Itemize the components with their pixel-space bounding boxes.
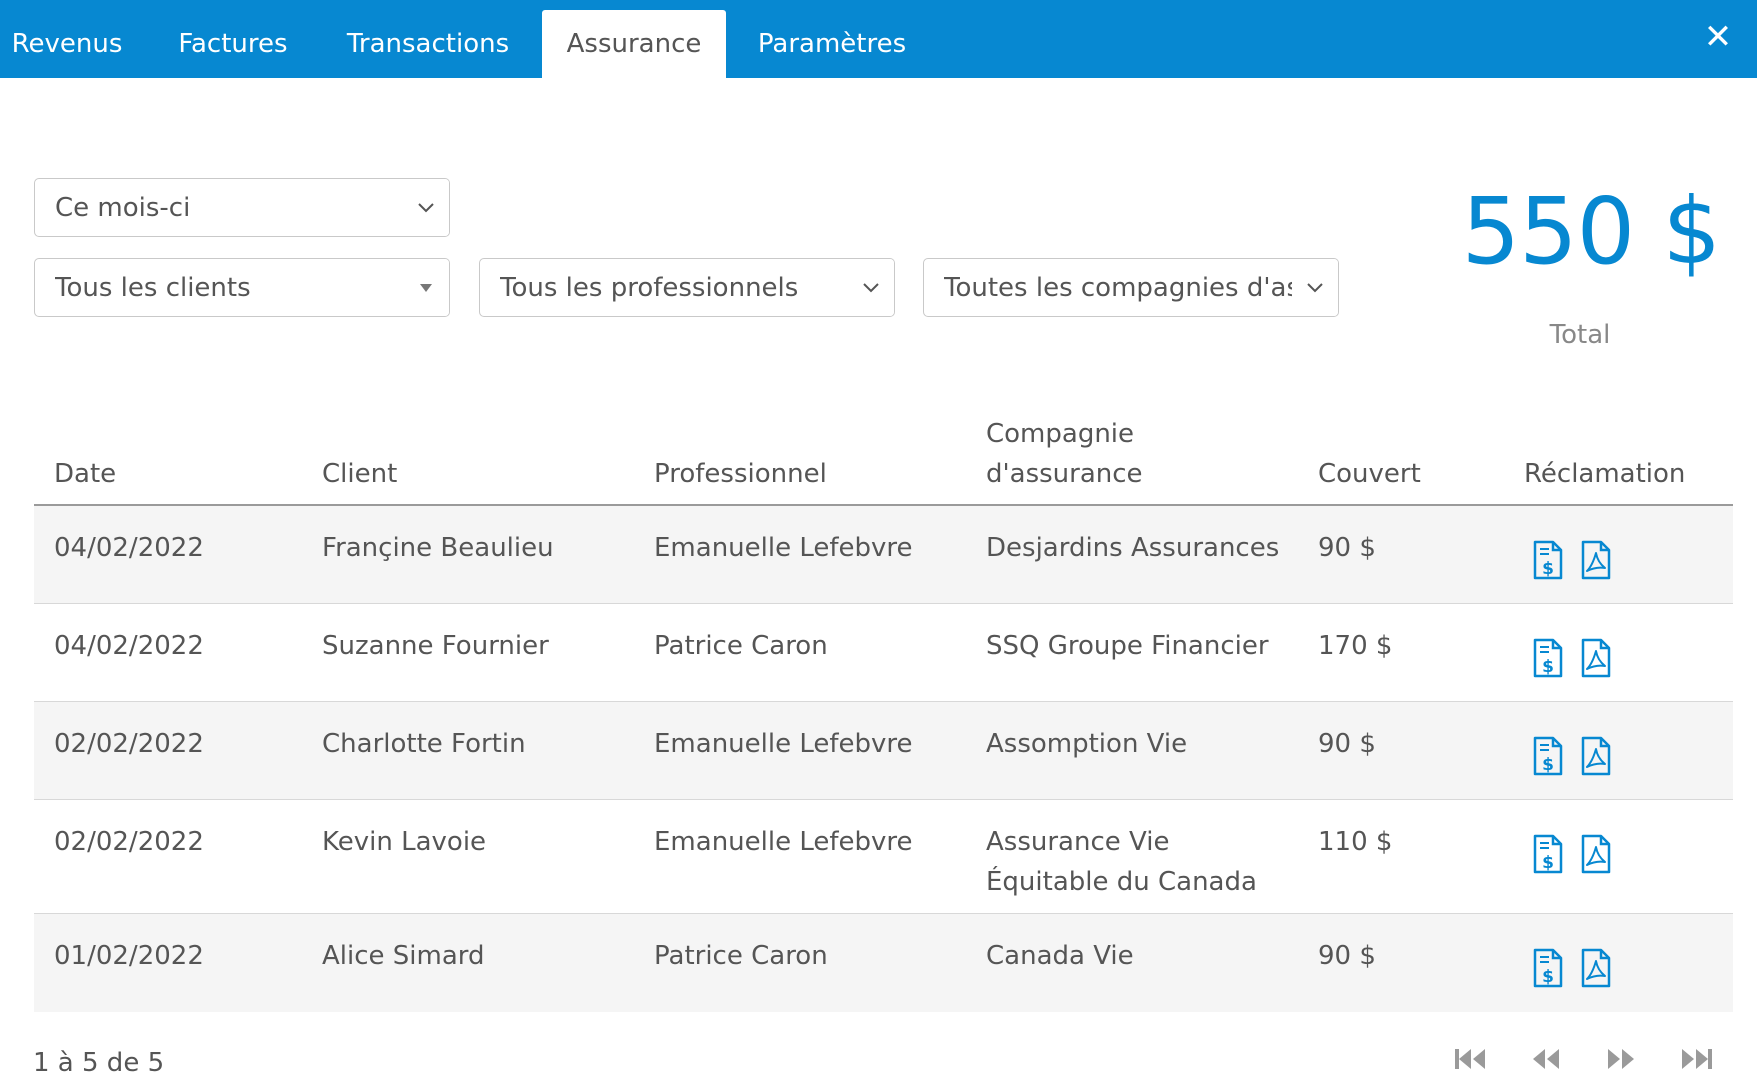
cell-client: Alice Simard [322, 941, 485, 971]
professionals-select[interactable]: Tous les professionnels [479, 258, 895, 317]
cell-client: Françine Beaulieu [322, 533, 554, 563]
cell-company-line1: Canada Vie [986, 941, 1134, 971]
claim-actions: $ [1531, 638, 1613, 678]
cell-company-line1: Assurance Vie [986, 827, 1170, 857]
column-header-date[interactable]: Date [54, 454, 116, 494]
table-row: 01/02/2022 Alice Simard Patrice Caron Ca… [34, 914, 1733, 1012]
cell-date: 02/02/2022 [54, 827, 204, 857]
table-row: 04/02/2022 Françine Beaulieu Emanuelle L… [34, 506, 1733, 604]
cell-client: Charlotte Fortin [322, 729, 526, 759]
column-header-claim: Réclamation [1524, 459, 1686, 489]
cell-company: Assurance Vie Équitable du Canada [986, 822, 1257, 902]
clients-select[interactable]: Tous les clients [34, 258, 450, 317]
cell-professional: Patrice Caron [654, 941, 828, 971]
cell-company-line1: Desjardins Assurances [986, 533, 1280, 563]
total-amount: 550 $ [1461, 178, 1721, 285]
cell-client: Kevin Lavoie [322, 827, 487, 857]
companies-select-value: Toutes les compagnies d'assurance [944, 272, 1292, 303]
cell-covered: 170 $ [1318, 631, 1393, 661]
tab-transactions[interactable]: Transactions [332, 10, 524, 78]
cell-covered: 90 $ [1318, 533, 1376, 563]
claim-actions: $ [1531, 540, 1613, 580]
cell-company-line2: Équitable du Canada [986, 867, 1257, 897]
period-select[interactable]: Ce mois-ci [34, 178, 450, 237]
previous-page-icon[interactable] [1526, 1044, 1566, 1074]
cell-company: Assomption Vie [986, 724, 1187, 764]
first-page-icon[interactable] [1450, 1044, 1490, 1074]
table-row: 02/02/2022 Kevin Lavoie Emanuelle Lefebv… [34, 800, 1733, 914]
invoice-dollar-icon[interactable]: $ [1531, 834, 1565, 874]
cell-company-line1: Assomption Vie [986, 729, 1188, 759]
chevron-down-icon [1292, 259, 1338, 316]
pdf-icon[interactable] [1579, 540, 1613, 580]
table-row: 04/02/2022 Suzanne Fournier Patrice Caro… [34, 604, 1733, 702]
chevron-down-icon [403, 179, 449, 236]
cell-company: Canada Vie [986, 936, 1134, 976]
claim-actions: $ [1531, 948, 1613, 988]
tab-parametres[interactable]: Paramètres [746, 10, 918, 78]
svg-text:$: $ [1542, 755, 1554, 775]
cell-date: 01/02/2022 [54, 941, 204, 971]
tab-assurance[interactable]: Assurance [542, 10, 726, 78]
invoice-dollar-icon[interactable]: $ [1531, 736, 1565, 776]
period-select-value: Ce mois-ci [55, 192, 191, 223]
companies-select[interactable]: Toutes les compagnies d'assurance [923, 258, 1339, 317]
top-tab-bar: Revenus Factures Transactions Assurance … [0, 0, 1757, 78]
pdf-icon[interactable] [1579, 948, 1613, 988]
column-header-professional[interactable]: Professionnel [654, 454, 827, 494]
tab-factures[interactable]: Factures [160, 10, 306, 78]
svg-text:$: $ [1542, 967, 1554, 987]
cell-company: SSQ Groupe Financier [986, 626, 1269, 666]
cell-professional: Emanuelle Lefebvre [654, 533, 913, 563]
pdf-icon[interactable] [1579, 736, 1613, 776]
cell-covered: 90 $ [1318, 729, 1376, 759]
clients-select-value: Tous les clients [55, 272, 251, 303]
cell-professional: Patrice Caron [654, 631, 828, 661]
svg-text:$: $ [1542, 657, 1554, 677]
column-header-client[interactable]: Client [322, 454, 397, 494]
cell-date: 04/02/2022 [54, 533, 204, 563]
chevron-down-icon [848, 259, 894, 316]
next-page-icon[interactable] [1601, 1044, 1641, 1074]
total-label: Total [1549, 320, 1611, 350]
column-header-company-line2: d'assurance [986, 459, 1143, 489]
column-header-company-line1: Compagnie [986, 419, 1135, 449]
cell-company: Desjardins Assurances [986, 528, 1279, 568]
cell-date: 02/02/2022 [54, 729, 204, 759]
pdf-icon[interactable] [1579, 638, 1613, 678]
tab-revenus[interactable]: Revenus [0, 10, 134, 78]
svg-text:$: $ [1542, 853, 1554, 873]
cell-covered: 110 $ [1318, 827, 1393, 857]
caret-down-icon [403, 259, 449, 316]
insurance-table: Date Client Professionnel Compagnie d'as… [34, 410, 1733, 1012]
cell-company-line1: SSQ Groupe Financier [986, 631, 1269, 661]
pdf-icon[interactable] [1579, 834, 1613, 874]
invoice-dollar-icon[interactable]: $ [1531, 948, 1565, 988]
invoice-dollar-icon[interactable]: $ [1531, 638, 1565, 678]
column-header-covered[interactable]: Couvert [1318, 454, 1421, 494]
professionals-select-value: Tous les professionnels [500, 272, 799, 303]
claim-actions: $ [1531, 834, 1613, 874]
cell-client: Suzanne Fournier [322, 631, 549, 661]
column-header-company[interactable]: Compagnie d'assurance [986, 414, 1143, 494]
cell-professional: Emanuelle Lefebvre [654, 729, 913, 759]
cell-date: 04/02/2022 [54, 631, 204, 661]
table-body: 04/02/2022 Françine Beaulieu Emanuelle L… [34, 506, 1733, 1012]
last-page-icon[interactable] [1677, 1044, 1717, 1074]
cell-professional: Emanuelle Lefebvre [654, 827, 913, 857]
claim-actions: $ [1531, 736, 1613, 776]
table-header: Date Client Professionnel Compagnie d'as… [34, 410, 1733, 506]
svg-text:$: $ [1542, 559, 1554, 579]
cell-covered: 90 $ [1318, 941, 1376, 971]
invoice-dollar-icon[interactable]: $ [1531, 540, 1565, 580]
close-button[interactable]: ✕ [1703, 20, 1733, 54]
table-row: 02/02/2022 Charlotte Fortin Emanuelle Le… [34, 702, 1733, 800]
pagination-summary: 1 à 5 de 5 [33, 1048, 165, 1078]
